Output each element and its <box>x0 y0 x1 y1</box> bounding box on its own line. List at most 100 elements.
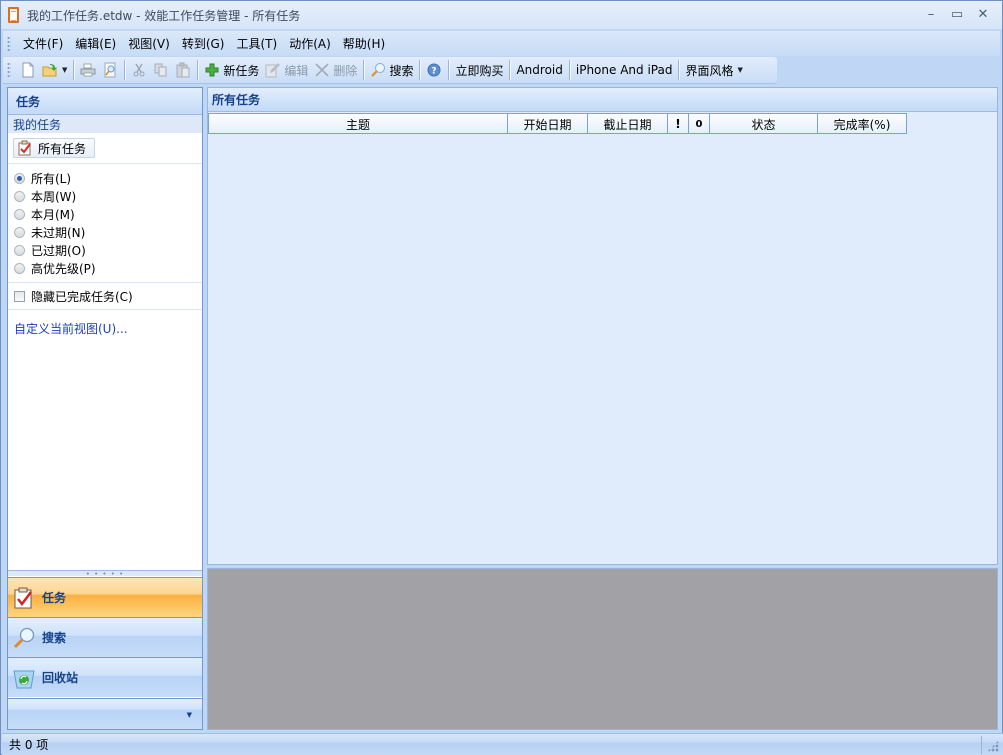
radio-button[interactable] <box>14 226 25 238</box>
new-task-button[interactable]: 新任务 <box>201 59 262 82</box>
android-label: Android <box>516 63 563 77</box>
ui-style-dropdown[interactable]: 界面风格 ▼ <box>682 59 745 82</box>
customize-view-link[interactable]: 自定义当前视图(U)... <box>8 310 202 337</box>
search-button[interactable]: 搜索 <box>367 59 416 82</box>
menu-tools[interactable]: 工具(T) <box>230 35 283 52</box>
toolbar-separator <box>124 60 126 80</box>
item-count: 共 0 项 <box>9 738 49 752</box>
minimize-button[interactable]: – <box>918 5 944 23</box>
minimize-icon: – <box>927 6 935 22</box>
preview-pane <box>207 568 998 730</box>
column-header-due-date[interactable]: 截止日期 <box>588 113 668 134</box>
nav-button-label: 回收站 <box>42 671 79 685</box>
delete-label: 删除 <box>333 63 358 78</box>
menu-edit[interactable]: 编辑(E) <box>69 35 122 52</box>
filter-label: 所有(L) <box>31 171 72 186</box>
column-header-status[interactable]: 状态 <box>710 113 818 134</box>
nav-button-search[interactable]: 搜索 <box>8 617 202 657</box>
maximize-button[interactable]: ▭ <box>944 5 970 23</box>
filter-label: 本月(M) <box>31 207 75 222</box>
scissors-icon <box>133 63 145 77</box>
open-file-button[interactable]: ▼ <box>39 59 70 82</box>
filter-this-month[interactable]: 本月(M) <box>14 205 202 223</box>
all-tasks-label: 所有任务 <box>38 141 87 156</box>
close-button[interactable]: ✕ <box>970 5 996 23</box>
buy-now-label: 立即购买 <box>455 63 504 78</box>
radio-button[interactable] <box>14 262 25 274</box>
cut-button[interactable] <box>128 59 150 82</box>
column-header-percent-complete[interactable]: 完成率(%) <box>818 113 907 134</box>
configure-buttons-chevron-icon[interactable]: ▼ <box>187 711 192 719</box>
delete-button[interactable]: 删除 <box>311 59 360 82</box>
svg-text:?: ? <box>432 67 437 77</box>
task-list-pane: 所有任务 主题 开始日期 截止日期 ! 0 状态 完成率(%) <box>207 87 998 565</box>
copy-icon <box>154 63 167 77</box>
android-button[interactable]: Android <box>513 59 565 82</box>
filter-not-overdue[interactable]: 未过期(N) <box>14 223 202 241</box>
filter-all[interactable]: 所有(L) <box>14 169 202 187</box>
app-window: 我的工作任务.etdw - 效能工作任务管理 - 所有任务 – ▭ ✕ 文件(F… <box>0 0 1003 755</box>
menu-view[interactable]: 视图(V) <box>122 35 176 52</box>
status-separator <box>981 736 982 754</box>
print-button[interactable] <box>77 59 99 82</box>
plus-icon <box>205 63 219 77</box>
recycle-bin-icon <box>13 670 35 688</box>
menu-actions[interactable]: 动作(A) <box>283 35 337 52</box>
search-icon <box>371 63 386 77</box>
radio-button[interactable] <box>14 208 25 220</box>
column-header-subject[interactable]: 主题 <box>208 113 508 134</box>
hide-completed-option[interactable]: 隐藏已完成任务(C) <box>8 283 202 309</box>
printer-icon <box>80 63 96 77</box>
task-clipboard-icon <box>18 140 31 156</box>
print-preview-button[interactable] <box>99 59 121 82</box>
hide-completed-checkbox[interactable] <box>14 290 25 302</box>
nav-button-tasks[interactable]: 任务 <box>8 577 202 617</box>
navigation-pane: 任务 我的任务 所有任务 所有(L) 本周(W) 本月(M) 未过期(N) 已过… <box>7 87 203 730</box>
menubar-grip[interactable] <box>7 35 11 52</box>
copy-button[interactable] <box>150 59 172 82</box>
nav-pane-footer: ▼ <box>8 698 202 729</box>
paste-button[interactable] <box>172 59 194 82</box>
filter-this-week[interactable]: 本周(W) <box>14 187 202 205</box>
filter-high-priority[interactable]: 高优先级(P) <box>14 259 202 277</box>
filter-label: 高优先级(P) <box>31 261 96 276</box>
radio-button[interactable] <box>14 244 25 256</box>
magnifier-icon <box>13 627 35 648</box>
all-tasks-button[interactable]: 所有任务 <box>13 138 95 158</box>
new-file-button[interactable] <box>17 59 39 82</box>
column-header-priority[interactable]: ! <box>668 113 689 134</box>
iphone-ipad-label: iPhone And iPad <box>575 63 673 77</box>
menu-file[interactable]: 文件(F) <box>17 35 69 52</box>
pane-splitter-handle[interactable]: • • • • • <box>8 570 202 577</box>
toolbar-separator <box>197 60 199 80</box>
radio-button[interactable] <box>14 172 25 184</box>
toolbar: ▼ 新任务 编辑 删除 搜索 ? 立即购买 Android iPhone And… <box>3 57 777 84</box>
edit-button[interactable]: 编辑 <box>262 59 311 82</box>
open-dropdown-arrow-icon[interactable]: ▼ <box>62 66 67 74</box>
filter-label: 本周(W) <box>31 189 77 204</box>
help-question-icon: ? <box>427 63 441 77</box>
clipboard-check-icon <box>14 587 32 608</box>
buy-now-button[interactable]: 立即购买 <box>452 59 506 82</box>
toolbar-separator <box>568 60 570 80</box>
filter-label: 未过期(N) <box>31 225 86 240</box>
toolbar-grip[interactable] <box>7 62 11 78</box>
radio-button[interactable] <box>14 190 25 202</box>
help-button[interactable]: ? <box>423 59 445 82</box>
filter-overdue[interactable]: 已过期(O) <box>14 241 202 259</box>
column-header-attachment[interactable]: 0 <box>689 113 710 134</box>
menu-help[interactable]: 帮助(H) <box>337 35 391 52</box>
window-controls: – ▭ ✕ <box>918 5 996 23</box>
my-tasks-section-title: 我的任务 <box>8 115 202 133</box>
filter-radio-group: 所有(L) 本周(W) 本月(M) 未过期(N) 已过期(O) 高优先级(P) <box>8 164 202 277</box>
iphone-ipad-button[interactable]: iPhone And iPad <box>573 59 676 82</box>
nav-button-recycle-bin[interactable]: 回收站 <box>8 657 202 697</box>
chevron-down-icon: ▼ <box>737 66 743 74</box>
hide-completed-label: 隐藏已完成任务(C) <box>31 289 133 304</box>
menu-goto[interactable]: 转到(G) <box>176 35 231 52</box>
column-header-start-date[interactable]: 开始日期 <box>508 113 588 134</box>
edit-label: 编辑 <box>284 63 309 78</box>
window-title: 我的工作任务.etdw - 效能工作任务管理 - 所有任务 <box>27 8 301 23</box>
resize-grip-icon[interactable] <box>987 740 999 752</box>
close-icon: ✕ <box>977 6 989 22</box>
